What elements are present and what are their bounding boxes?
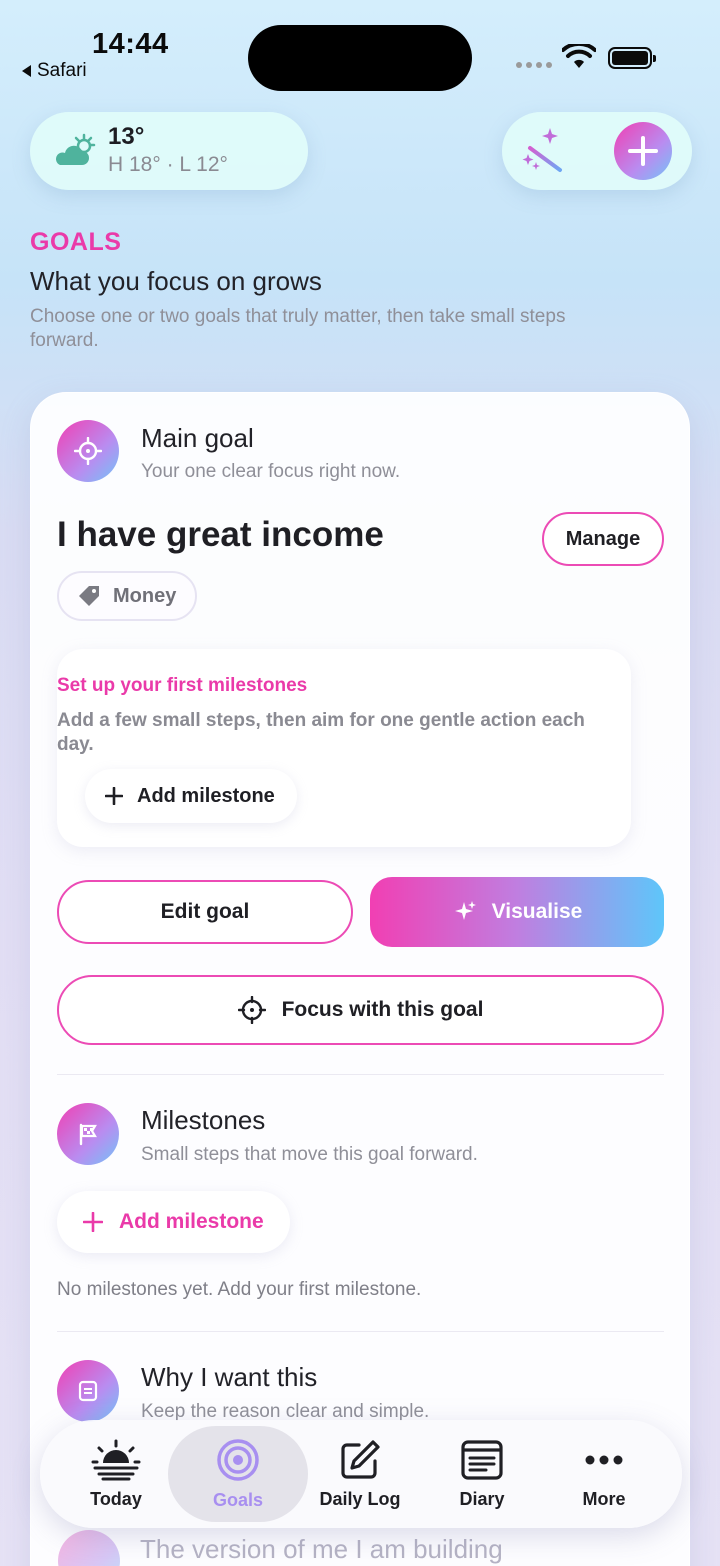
main-goal-subheading: Your one clear focus right now. [141,461,401,482]
version-heading: The version of me I am building [140,1534,503,1564]
plus-icon [105,787,123,805]
status-time: 14:44 [92,28,169,60]
milestones-subheading: Small steps that move this goal forward. [141,1144,478,1165]
plus-icon [83,1212,103,1232]
tag-label: Money [113,584,177,607]
tab-bar: Today Goals Daily Log Diary More [40,1420,682,1528]
target-icon [217,1438,259,1481]
plus-icon [628,136,658,166]
weather-temperature: 13° [108,123,145,150]
partly-cloudy-icon [56,133,96,165]
magic-wand-icon[interactable] [516,126,566,176]
tab-daily-log[interactable]: Daily Log [302,1420,418,1528]
manage-button[interactable]: Manage [542,512,664,566]
sparkles-icon [454,901,476,920]
milestones-empty-state: No milestones yet. Add your first milest… [57,1279,422,1300]
flag-icon [57,1103,119,1165]
focus-with-goal-label: Focus with this goal [281,998,484,1021]
cellular-signal-icon [516,62,552,68]
add-milestone-label: Add milestone [119,1210,264,1233]
setup-add-milestone-label: Add milestone [137,784,275,807]
tab-label: Goals [212,1489,264,1510]
main-goal-heading: Main goal [141,423,254,453]
tab-goals[interactable]: Goals [182,1420,294,1528]
tab-label: More [582,1488,626,1509]
sunrise-icon [91,1439,141,1480]
add-milestone-button[interactable]: Add milestone [57,1191,290,1253]
tag-icon [79,586,99,606]
more-icon [585,1455,623,1464]
why-heading: Why I want this [141,1362,318,1392]
back-arrow-icon [22,65,31,77]
visualise-label: Visualise [491,900,583,923]
weather-widget[interactable]: 13° H 18° · L 12° [30,112,308,190]
target-icon [57,420,119,482]
tab-label: Daily Log [319,1488,401,1509]
edit-square-icon [341,1439,380,1479]
add-button[interactable] [614,122,672,180]
battery-icon [608,47,656,69]
goal-title: I have great income [57,515,384,554]
divider [57,1074,664,1075]
goal-category-tag[interactable]: Money [57,571,197,621]
edit-goal-button[interactable]: Edit goal [57,880,353,944]
action-pill [502,112,692,190]
divider [57,1331,664,1332]
tab-diary[interactable]: Diary [426,1420,538,1528]
weather-high-low: H 18° · L 12° [108,153,228,176]
tab-more[interactable]: More [548,1420,660,1528]
milestones-heading: Milestones [141,1105,266,1135]
page-eyebrow: GOALS [30,228,122,256]
setup-add-milestone-button[interactable]: Add milestone [85,769,297,823]
tab-today[interactable]: Today [60,1420,172,1528]
notebook-icon [461,1439,503,1480]
note-icon [57,1360,119,1422]
dynamic-island [248,25,472,91]
visualise-button[interactable]: Visualise [370,877,664,947]
setup-milestones-text: Add a few small steps, then aim for one … [57,710,585,755]
setup-milestones-title: Set up your first milestones [57,675,308,696]
page-title: What you focus on grows [30,266,322,296]
wifi-icon [562,44,596,68]
back-app-label: Safari [37,60,87,81]
back-to-app-link[interactable]: Safari [22,60,87,82]
tab-label: Diary [459,1488,505,1509]
focus-with-goal-button[interactable]: Focus with this goal [57,975,664,1045]
crosshair-icon [237,996,266,1024]
goal-card: Main goal Your one clear focus right now… [30,392,690,1566]
page-subtitle: Choose one or two goals that truly matte… [30,306,566,351]
tab-label: Today [90,1488,142,1509]
